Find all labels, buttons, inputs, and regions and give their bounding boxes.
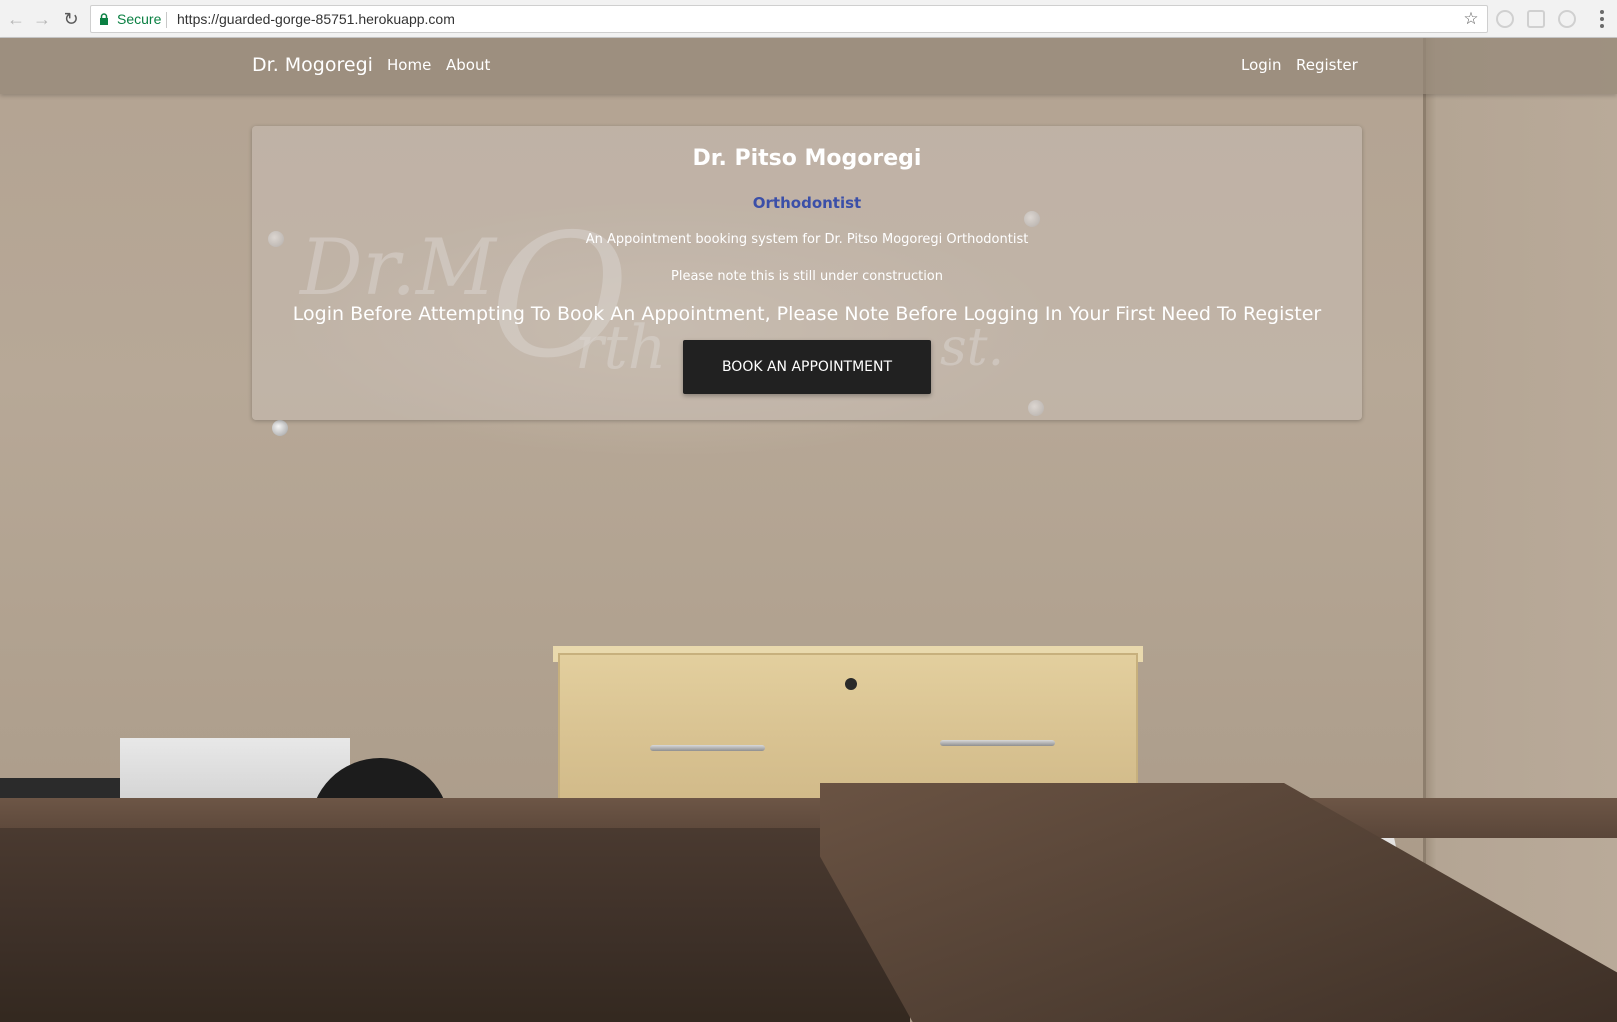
login-warning: Login Before Attempting To Book An Appoi… bbox=[292, 303, 1322, 325]
star-icon[interactable]: ☆ bbox=[1461, 9, 1481, 29]
reload-icon[interactable]: ↻ bbox=[59, 7, 83, 31]
address-bar[interactable]: Secure https://guarded-gorge-85751.herok… bbox=[90, 5, 1488, 33]
back-arrow-icon[interactable]: ← bbox=[4, 7, 28, 31]
construction-note: Please note this is still under construc… bbox=[671, 269, 943, 284]
nav-link-about[interactable]: About bbox=[446, 56, 490, 74]
extension-icon[interactable] bbox=[1527, 10, 1545, 28]
background-desk-front bbox=[0, 828, 910, 1022]
hero-subtitle: Orthodontist bbox=[752, 194, 862, 212]
nav-link-home[interactable]: Home bbox=[387, 56, 431, 74]
background-cabinet-handle bbox=[940, 740, 1055, 746]
book-appointment-button[interactable]: BOOK AN APPOINTMENT bbox=[683, 340, 931, 394]
background-screw bbox=[272, 420, 288, 436]
extension-icon[interactable] bbox=[1496, 10, 1514, 28]
nav-link-login[interactable]: Login bbox=[1241, 56, 1281, 74]
hero-card: Dr. Pitso Mogoregi Orthodontist An Appoi… bbox=[252, 126, 1362, 420]
omnibox-divider bbox=[166, 12, 167, 28]
url-text[interactable]: https://guarded-gorge-85751.herokuapp.co… bbox=[177, 11, 455, 27]
forward-arrow-icon[interactable]: → bbox=[30, 7, 54, 31]
lock-icon bbox=[100, 13, 108, 25]
navbar: Dr. Mogoregi Home About Login Register bbox=[0, 38, 1617, 94]
extension-icon[interactable] bbox=[1558, 10, 1576, 28]
secure-label: Secure bbox=[117, 11, 162, 27]
kebab-menu-icon[interactable] bbox=[1594, 7, 1610, 31]
nav-link-register[interactable]: Register bbox=[1296, 56, 1358, 74]
browser-toolbar: ← → ↻ Secure https://guarded-gorge-85751… bbox=[0, 0, 1617, 38]
background-cabinet-handle bbox=[650, 745, 765, 751]
background-cabinet-lock bbox=[845, 678, 857, 690]
brand-link[interactable]: Dr. Mogoregi bbox=[252, 54, 373, 76]
hero-title: Dr. Pitso Mogoregi bbox=[692, 146, 922, 171]
background-wall bbox=[1425, 38, 1617, 1022]
hero-description: An Appointment booking system for Dr. Pi… bbox=[585, 232, 1029, 247]
